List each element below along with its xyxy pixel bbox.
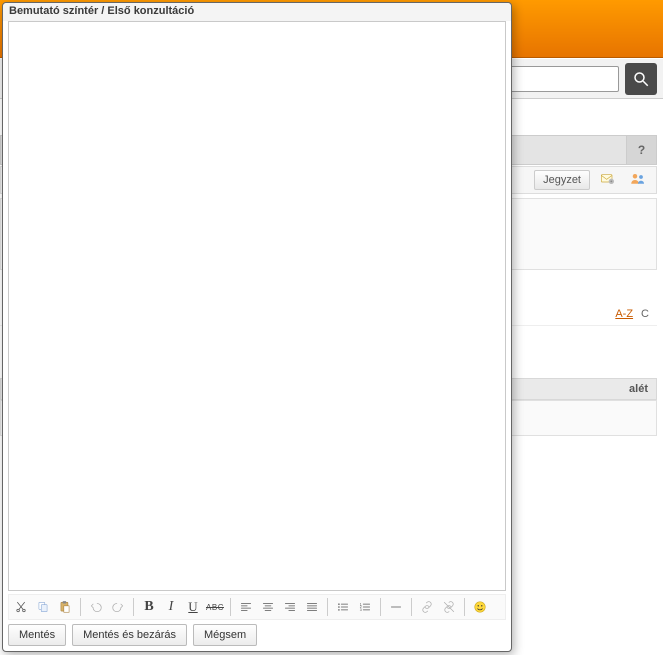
separator [80, 598, 81, 616]
emoji-button[interactable] [470, 597, 490, 617]
editor-modal: Bemutató színtér / Első konzultáció [2, 2, 512, 652]
align-center-button[interactable] [258, 597, 278, 617]
sort-az-link[interactable]: A-Z [615, 308, 633, 320]
italic-button[interactable]: I [161, 597, 181, 617]
separator [327, 598, 328, 616]
modal-footer: Mentés Mentés és bezárás Mégsem [3, 623, 511, 651]
paste-icon [58, 600, 72, 614]
users-icon [628, 171, 648, 189]
align-justify-button[interactable] [302, 597, 322, 617]
undo-button[interactable] [86, 597, 106, 617]
redo-button[interactable] [108, 597, 128, 617]
editor-textarea[interactable] [8, 21, 506, 591]
bold-button[interactable]: B [139, 597, 159, 617]
separator [133, 598, 134, 616]
unlink-button[interactable] [439, 597, 459, 617]
help-button[interactable]: ? [626, 136, 656, 164]
cut-icon [14, 600, 28, 614]
save-and-close-button[interactable]: Mentés és bezárás [72, 624, 187, 646]
section-header-text: alét [629, 383, 648, 395]
smiley-icon [473, 600, 487, 614]
numbered-list-button[interactable]: 1 2 3 [355, 597, 375, 617]
link-button[interactable] [417, 597, 437, 617]
bullet-list-button[interactable] [333, 597, 353, 617]
align-center-icon [261, 600, 275, 614]
horizontal-rule-button[interactable] [386, 597, 406, 617]
separator [411, 598, 412, 616]
modal-title: Bemutató színtér / Első konzultáció [3, 3, 511, 21]
horizontal-rule-icon [389, 600, 403, 614]
cut-button[interactable] [11, 597, 31, 617]
sort-c-label: C [641, 308, 649, 320]
users-button[interactable] [626, 170, 650, 190]
align-left-button[interactable] [236, 597, 256, 617]
paste-button[interactable] [55, 597, 75, 617]
strikethrough-button[interactable]: ABC [205, 597, 225, 617]
align-left-icon [239, 600, 253, 614]
copy-button[interactable] [33, 597, 53, 617]
cancel-button[interactable]: Mégsem [193, 624, 257, 646]
align-right-icon [283, 600, 297, 614]
separator [464, 598, 465, 616]
bullet-list-icon [336, 600, 350, 614]
editor-toolbar: B I U ABC [8, 594, 506, 620]
search-button[interactable] [625, 63, 657, 95]
mail-settings-button[interactable] [596, 170, 620, 190]
separator [230, 598, 231, 616]
save-button[interactable]: Mentés [8, 624, 66, 646]
underline-button[interactable]: U [183, 597, 203, 617]
redo-icon [111, 600, 125, 614]
unlink-icon [442, 600, 456, 614]
mail-gear-icon [598, 172, 618, 188]
align-justify-icon [305, 600, 319, 614]
svg-text:3: 3 [360, 608, 362, 612]
undo-icon [89, 600, 103, 614]
align-right-button[interactable] [280, 597, 300, 617]
jegyzet-button[interactable]: Jegyzet [534, 170, 590, 190]
link-icon [420, 600, 434, 614]
numbered-list-icon: 1 2 3 [358, 600, 372, 614]
copy-icon [36, 600, 50, 614]
search-icon [632, 70, 650, 88]
separator [380, 598, 381, 616]
